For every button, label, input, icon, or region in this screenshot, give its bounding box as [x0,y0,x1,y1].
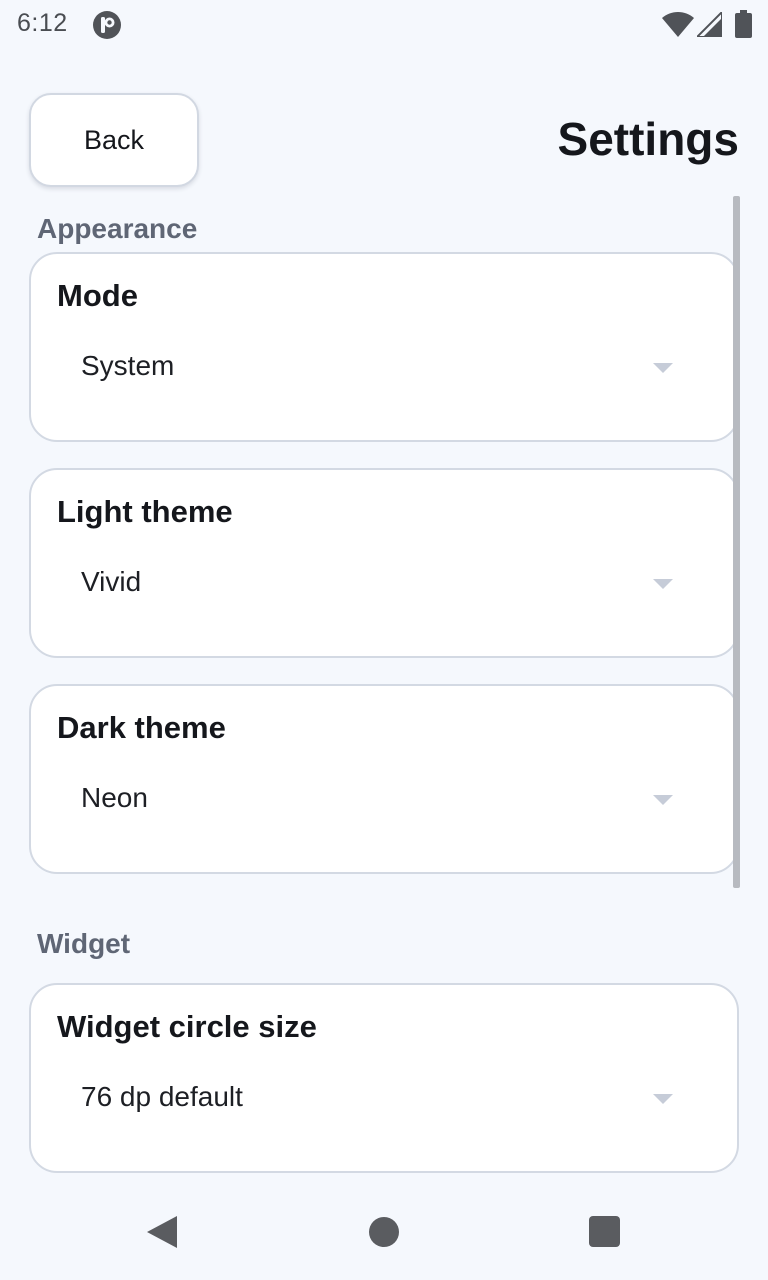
battery-icon [735,10,752,38]
dark-theme-card: Dark theme Neon [29,684,739,874]
scrollbar-thumb[interactable] [733,196,740,888]
light-theme-card: Light theme Vivid [29,468,739,658]
mode-label: Mode [57,278,138,313]
wifi-icon [662,12,694,37]
app-notification-icon [93,11,121,39]
widget-circle-size-dropdown[interactable]: 76 dp default [57,1061,697,1137]
status-bar: 6:12 [0,0,768,50]
nav-back-icon[interactable] [146,1215,178,1249]
widget-circle-size-card: Widget circle size 76 dp default [29,983,739,1173]
dark-theme-label: Dark theme [57,710,226,745]
section-header-appearance: Appearance [37,213,198,244]
mode-value: System [81,350,175,381]
chevron-down-icon [653,363,673,373]
back-button[interactable]: Back [29,93,199,187]
widget-circle-size-label: Widget circle size [57,1009,317,1044]
chevron-down-icon [653,579,673,589]
signal-icon [697,12,722,37]
light-theme-label: Light theme [57,494,233,529]
mode-dropdown[interactable]: System [57,330,697,406]
chevron-down-icon [653,1094,673,1104]
widget-circle-size-value: 76 dp default [81,1081,243,1112]
chevron-down-icon [653,795,673,805]
section-header-widget: Widget [37,928,131,959]
dark-theme-value: Neon [81,782,148,813]
mode-card: Mode System [29,252,739,442]
light-theme-value: Vivid [81,566,142,597]
nav-home-icon[interactable] [369,1217,399,1247]
nav-recents-icon[interactable] [589,1216,620,1247]
status-time: 6:12 [17,9,68,37]
dark-theme-dropdown[interactable]: Neon [57,762,697,838]
light-theme-dropdown[interactable]: Vivid [57,546,697,622]
page-title: Settings [557,113,739,165]
